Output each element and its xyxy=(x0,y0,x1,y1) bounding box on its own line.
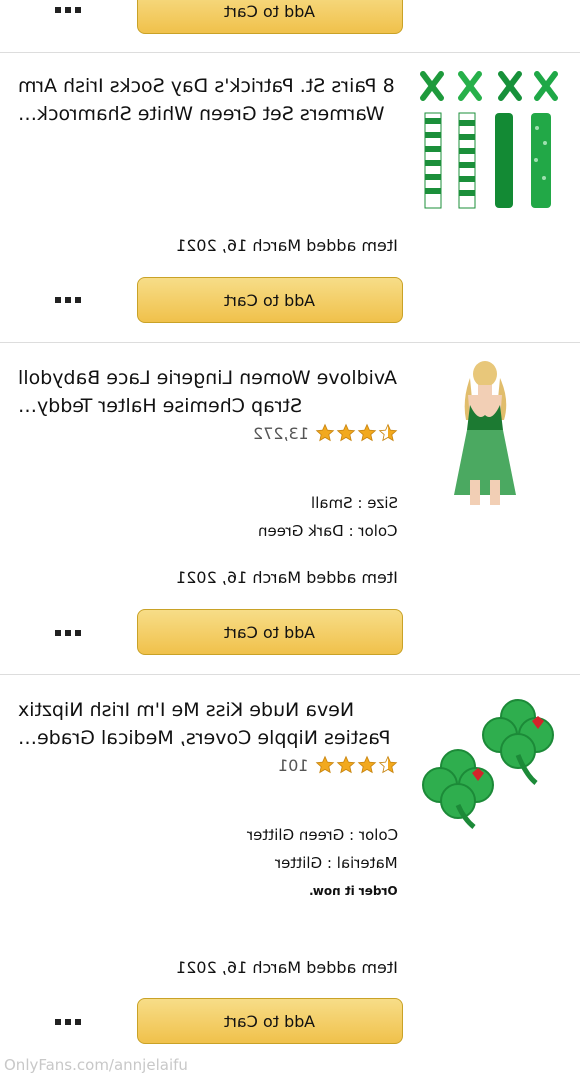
item-title[interactable]: Neva Nude Kiss Me I'm Irish Nipztix Past… xyxy=(18,696,398,752)
star-icon xyxy=(357,755,377,775)
item-added-date: Item added March 16, 2021 xyxy=(176,568,398,587)
star-icon xyxy=(357,423,377,443)
add-to-cart-button[interactable]: Add to Cart xyxy=(137,609,403,655)
rating[interactable]: 13,272 xyxy=(253,423,398,443)
green-lingerie-image[interactable] xyxy=(448,360,523,505)
rating-count: 101 xyxy=(278,755,309,775)
item-color: Color : Green Glitter xyxy=(246,826,398,844)
star-half-icon xyxy=(378,423,398,443)
add-to-cart-button[interactable]: Add to Cart xyxy=(137,277,403,323)
star-rating xyxy=(315,755,398,775)
watermark: OnlyFans.com/annjelaifu xyxy=(4,1056,188,1074)
divider xyxy=(0,674,580,675)
add-to-cart-button[interactable]: Add to Cart xyxy=(137,998,403,1044)
item-size: Size : Small xyxy=(310,494,398,512)
rating-count: 13,272 xyxy=(253,423,309,443)
socks-and-arm-warmers-image[interactable] xyxy=(415,68,565,213)
item-title[interactable]: 8 Pairs St. Patrick's Day Socks Irish Ar… xyxy=(18,72,398,128)
item-added-date: Item added March 16, 2021 xyxy=(176,236,398,255)
divider xyxy=(0,52,580,53)
item-material: Material : Glitter xyxy=(275,854,398,872)
item-title[interactable]: Avidlove Women Lingerie Lace Babydoll St… xyxy=(18,364,398,420)
item-added-date: Item added March 16, 2021 xyxy=(176,958,398,977)
star-icon xyxy=(315,423,335,443)
more-options-icon[interactable] xyxy=(55,1019,81,1025)
more-options-icon[interactable] xyxy=(55,7,81,13)
star-icon xyxy=(336,423,356,443)
rating[interactable]: 101 xyxy=(278,755,398,775)
item-color: Color : Dark Green xyxy=(258,522,398,540)
divider xyxy=(0,342,580,343)
star-icon xyxy=(315,755,335,775)
more-options-icon[interactable] xyxy=(55,630,81,636)
add-to-cart-button[interactable]: Add to Cart xyxy=(137,0,403,34)
more-options-icon[interactable] xyxy=(55,297,81,303)
item-note: Order it now. xyxy=(309,884,398,898)
star-rating xyxy=(315,423,398,443)
star-icon xyxy=(336,755,356,775)
star-half-icon xyxy=(378,755,398,775)
shamrock-pasties-image[interactable] xyxy=(418,695,568,835)
